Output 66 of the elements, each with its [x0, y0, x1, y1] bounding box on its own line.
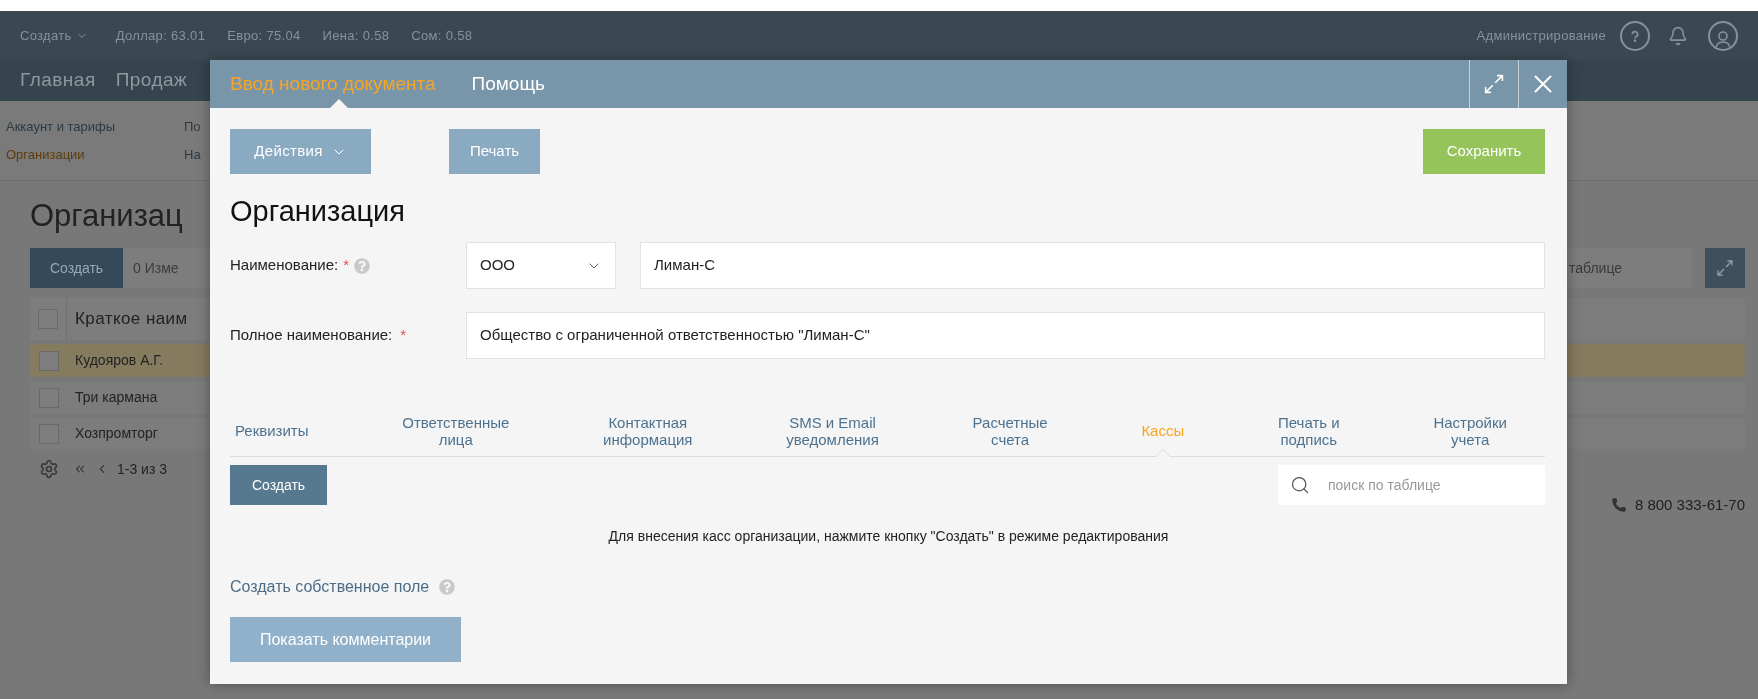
user-icon[interactable] [1708, 20, 1738, 51]
currency-rate: Сом: 0.58 [411, 26, 473, 45]
expand-icon [1482, 72, 1506, 96]
subnav-item[interactable]: По [184, 116, 201, 136]
table-search-field[interactable]: поиск по таблице [1278, 465, 1545, 505]
save-button[interactable]: Сохранить [1423, 129, 1545, 174]
column-header[interactable]: Краткое наим [75, 306, 188, 332]
section-tab[interactable]: Реквизиты [231, 405, 313, 456]
table-row[interactable]: Хозпромторг [30, 418, 210, 449]
dialog-tab[interactable]: Помощь [471, 60, 545, 108]
pagination-range: 1-3 из 3 [117, 459, 168, 479]
admin-link[interactable]: Администрирование [1476, 25, 1606, 46]
table-row[interactable]: Кудояров А.Г. [30, 344, 210, 377]
section-tab[interactable]: Печать и подпись [1273, 405, 1344, 456]
required-mark: * [343, 255, 349, 276]
name-field[interactable]: Лиман-С [640, 242, 1545, 289]
form-select[interactable]: ООО [466, 242, 616, 289]
table-cell-text: Три кармана [75, 388, 158, 407]
nav-item[interactable]: Продаж [115, 66, 188, 95]
bell-icon[interactable] [1668, 25, 1688, 46]
field-label: Наименование: [230, 255, 339, 276]
section-tab[interactable]: Контактная информация [599, 405, 697, 456]
first-page-icon[interactable] [73, 462, 87, 476]
search-field[interactable]: таблице [1566, 248, 1692, 288]
actions-button[interactable]: Действия [230, 129, 371, 174]
field-label: Полное наименование: [230, 325, 393, 346]
create-menu[interactable]: Создать [20, 25, 88, 46]
table-row[interactable] [1566, 418, 1745, 449]
page-title: Организац [30, 197, 184, 235]
table-row[interactable] [1566, 381, 1745, 414]
search-icon [1290, 475, 1310, 495]
table-cell-text: Кудояров А.Г. [75, 351, 164, 370]
currency-rate: Доллар: 63.01 [115, 26, 206, 45]
show-comments-button[interactable]: Показать комментарии [230, 617, 461, 662]
currency-rate: Евро: 75.04 [227, 26, 301, 45]
help-icon[interactable] [1620, 20, 1650, 51]
section-tab[interactable]: Настройки учета [1429, 405, 1511, 456]
nav-item[interactable]: Главная [20, 66, 96, 95]
empty-message: Для внесения касс организации, нажмите кнопку "Создать" в режиме редактирования [607, 527, 1170, 546]
help-icon[interactable] [354, 257, 370, 274]
subnav-item[interactable]: Организации [6, 145, 184, 165]
subnav-item[interactable]: На [184, 145, 201, 165]
currency-rate: Иена: 0.58 [322, 26, 390, 45]
table-row[interactable] [1566, 344, 1745, 377]
phone-icon [1610, 497, 1627, 514]
subnav-item[interactable]: Аккаунт и тарифы [6, 116, 184, 136]
help-icon[interactable] [439, 579, 456, 595]
form-heading: Организация [230, 194, 406, 229]
create-button[interactable]: Создать [30, 248, 123, 288]
section-tab[interactable]: Расчетные счета [968, 405, 1052, 456]
create-button[interactable]: Создать [230, 465, 327, 505]
section-tab[interactable]: SMS и Email уведомления [782, 405, 883, 456]
section-tab[interactable]: Ответственные лица [398, 405, 514, 456]
edit-button[interactable]: 0 Изме [123, 248, 210, 288]
checkbox[interactable] [38, 350, 59, 371]
section-tab[interactable]: Кассы [1137, 405, 1189, 456]
required-mark: * [400, 325, 407, 346]
settings-icon[interactable] [39, 459, 59, 479]
expand-button[interactable] [1705, 248, 1745, 288]
print-button[interactable]: Печать [449, 129, 540, 174]
custom-field-link[interactable]: Создать собственное поле [230, 575, 430, 599]
phone-number[interactable]: 8 800 333-61-70 [1634, 494, 1745, 517]
table-row[interactable]: Три кармана [30, 381, 210, 414]
full-name-field[interactable]: Общество с ограниченной ответственностью "Лиман-С" [466, 312, 1545, 359]
expand-icon [1715, 258, 1735, 278]
table-cell-text: Хозпромторг [75, 424, 158, 443]
